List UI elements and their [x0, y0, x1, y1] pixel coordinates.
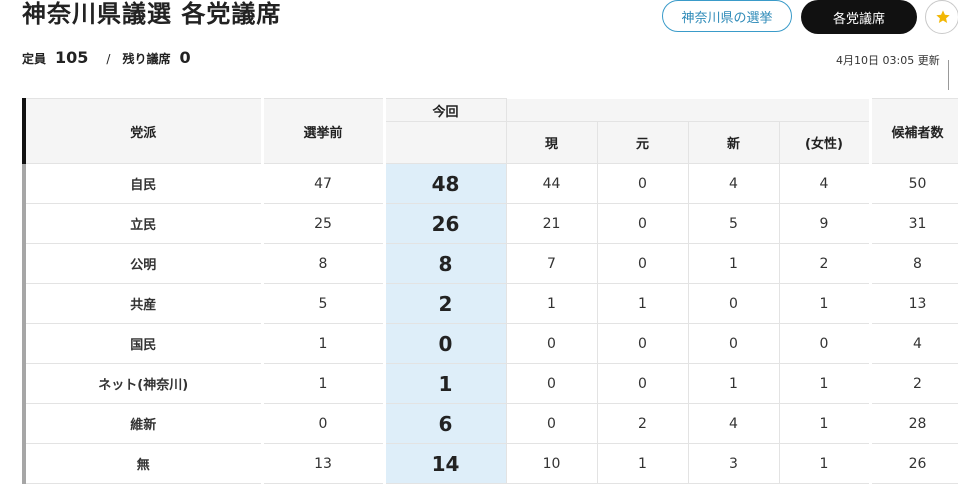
party-cell: 自民	[22, 163, 264, 204]
favorite-button[interactable]	[925, 0, 958, 34]
candidates-cell: 50	[868, 163, 958, 204]
results-table: 党派 選挙前 今回 候補者数 現 元 新 (女性) 自民 47 48 44 0 …	[22, 98, 958, 484]
before-cell: 5	[261, 283, 385, 324]
before-cell: 47	[261, 163, 385, 204]
party-cell: 立民	[22, 203, 264, 244]
header-female: (女性)	[778, 121, 871, 164]
female-cell: 9	[778, 203, 871, 244]
female-cell: 2	[778, 243, 871, 284]
candidates-cell: 2	[868, 363, 958, 404]
incumbent-cell: 0	[505, 323, 598, 364]
before-cell: 1	[261, 363, 385, 404]
female-cell: 1	[778, 283, 871, 324]
former-cell: 0	[596, 203, 689, 244]
new-cell: 4	[687, 163, 780, 204]
new-cell: 0	[687, 283, 780, 324]
new-cell: 3	[687, 443, 780, 484]
former-cell: 0	[596, 163, 689, 204]
candidates-cell: 28	[868, 403, 958, 444]
now-cell: 8	[382, 243, 507, 284]
candidates-cell: 26	[868, 443, 958, 484]
incumbent-cell: 44	[505, 163, 598, 204]
party-cell: 公明	[22, 243, 264, 284]
party-cell: 無	[22, 443, 264, 484]
now-cell: 26	[382, 203, 507, 244]
incumbent-cell: 7	[505, 243, 598, 284]
remaining-label: 残り議席	[122, 52, 171, 66]
header-new: 新	[687, 121, 780, 164]
table-row: 国民 1 0 0 0 0 0 4	[22, 323, 958, 364]
header-this-time: 今回	[382, 98, 507, 122]
before-cell: 25	[261, 203, 385, 244]
page-title: 神奈川県議選 各党議席	[22, 0, 282, 28]
before-cell: 1	[261, 323, 385, 364]
header-this-time-cont	[382, 121, 507, 164]
female-cell: 4	[778, 163, 871, 204]
now-cell: 48	[382, 163, 507, 204]
update-timestamp: 4月10日 03:05 更新	[836, 54, 940, 67]
header-this-time-group	[505, 98, 871, 122]
former-cell: 0	[596, 243, 689, 284]
former-cell: 2	[596, 403, 689, 444]
female-cell: 1	[778, 403, 871, 444]
new-cell: 0	[687, 323, 780, 364]
incumbent-cell: 1	[505, 283, 598, 324]
table-row: 維新 0 6 0 2 4 1 28	[22, 403, 958, 444]
party-cell: 共産	[22, 283, 264, 324]
incumbent-cell: 0	[505, 403, 598, 444]
seat-summary: 定員 105 / 残り議席 0	[22, 48, 191, 67]
table-row: 共産 5 2 1 1 0 1 13	[22, 283, 958, 324]
incumbent-cell: 21	[505, 203, 598, 244]
before-cell: 8	[261, 243, 385, 284]
female-cell: 1	[778, 443, 871, 484]
now-cell: 6	[382, 403, 507, 444]
incumbent-cell: 0	[505, 363, 598, 404]
star-icon	[936, 10, 950, 23]
table-row: ネット(神奈川) 1 1 0 0 1 1 2	[22, 363, 958, 404]
table-row: 自民 47 48 44 0 4 4 50	[22, 163, 958, 204]
new-cell: 1	[687, 363, 780, 404]
remaining-value: 0	[179, 48, 191, 67]
former-cell: 0	[596, 363, 689, 404]
before-cell: 13	[261, 443, 385, 484]
table-row: 立民 25 26 21 0 5 9 31	[22, 203, 958, 244]
candidates-cell: 13	[868, 283, 958, 324]
capacity-value: 105	[55, 48, 89, 67]
header-incumbent: 現	[505, 121, 598, 164]
female-cell: 1	[778, 363, 871, 404]
header-former: 元	[596, 121, 689, 164]
before-cell: 0	[261, 403, 385, 444]
table-row: 無 13 14 10 1 3 1 26	[22, 443, 958, 484]
candidates-cell: 8	[868, 243, 958, 284]
new-cell: 5	[687, 203, 780, 244]
party-seats-button[interactable]: 各党議席	[801, 0, 917, 34]
header-before: 選挙前	[261, 98, 385, 164]
former-cell: 0	[596, 323, 689, 364]
female-cell: 0	[778, 323, 871, 364]
now-cell: 14	[382, 443, 507, 484]
former-cell: 1	[596, 443, 689, 484]
party-cell: 国民	[22, 323, 264, 364]
now-cell: 1	[382, 363, 507, 404]
now-cell: 2	[382, 283, 507, 324]
party-cell: 維新	[22, 403, 264, 444]
table-row: 公明 8 8 7 0 1 2 8	[22, 243, 958, 284]
new-cell: 4	[687, 403, 780, 444]
prefecture-election-button[interactable]: 神奈川県の選挙	[662, 0, 792, 32]
divider	[948, 60, 949, 90]
now-cell: 0	[382, 323, 507, 364]
capacity-label: 定員	[22, 52, 47, 66]
header-candidates: 候補者数	[868, 98, 958, 164]
candidates-cell: 31	[868, 203, 958, 244]
incumbent-cell: 10	[505, 443, 598, 484]
party-cell: ネット(神奈川)	[22, 363, 264, 404]
header-party: 党派	[22, 98, 264, 164]
summary-separator: /	[106, 52, 111, 66]
new-cell: 1	[687, 243, 780, 284]
former-cell: 1	[596, 283, 689, 324]
candidates-cell: 4	[868, 323, 958, 364]
